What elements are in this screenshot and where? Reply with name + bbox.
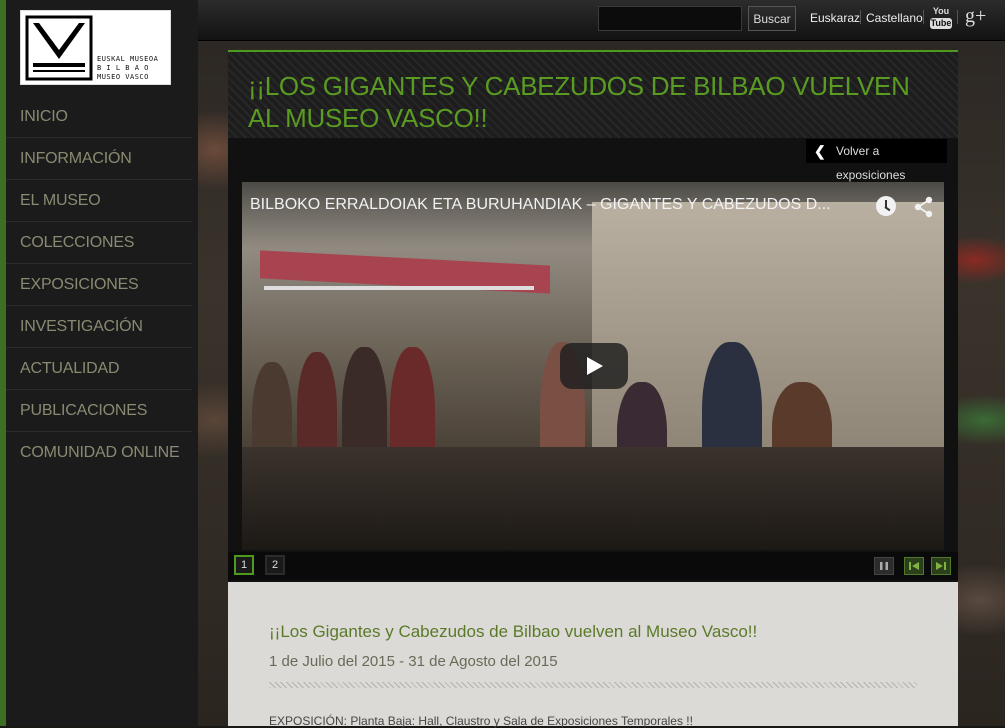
slider-nav: 1 2 xyxy=(228,552,958,580)
chevron-left-icon: ❮ xyxy=(814,143,826,159)
video-frame-awning-edge xyxy=(264,286,534,290)
search-input[interactable] xyxy=(598,6,742,31)
social-separator xyxy=(957,10,958,24)
logo-text-line: EUSKAL MUSEOA xyxy=(97,55,159,63)
pause-icon xyxy=(880,562,888,570)
exhibition-title: ¡¡Los Gigantes y Cabezudos de Bilbao vue… xyxy=(269,622,758,641)
title-band: ¡¡LOS GIGANTES Y CABEZUDOS DE BILBAO VUE… xyxy=(228,52,958,138)
sidebar-item-exposiciones[interactable]: EXPOSICIONES xyxy=(6,264,192,306)
video-player[interactable]: BILBOKO ERRALDOIAK ETA BURUHANDIAK – GIG… xyxy=(242,182,944,550)
page-title: ¡¡LOS GIGANTES Y CABEZUDOS DE BILBAO VUE… xyxy=(248,71,910,133)
play-button[interactable] xyxy=(560,343,628,389)
sidebar-item-inicio[interactable]: INICIO xyxy=(6,96,192,138)
sidebar: EUSKAL MUSEOA B I L B A O MUSEO VASCO IN… xyxy=(0,0,198,726)
museum-logo-mark xyxy=(25,15,93,82)
lang-castellano-link[interactable]: Castellano xyxy=(866,11,923,25)
sidebar-item-informacion[interactable]: INFORMACIÓN xyxy=(6,138,192,180)
google-plus-icon[interactable]: g+ xyxy=(965,5,986,28)
lang-separator xyxy=(860,10,861,24)
slider-page-2[interactable]: 2 xyxy=(265,555,285,575)
top-bar: Buscar Euskaraz Castellano You Tube g+ xyxy=(198,0,1005,41)
search-button[interactable]: Buscar xyxy=(748,6,796,31)
back-button-label: Volver a exposiciones xyxy=(836,144,906,182)
logo-text-line: B I L B A O xyxy=(97,64,149,72)
sidebar-item-actualidad[interactable]: ACTUALIDAD xyxy=(6,348,192,390)
exhibition-details: ¡¡Los Gigantes y Cabezudos de Bilbao vue… xyxy=(228,582,958,728)
sidebar-item-colecciones[interactable]: COLECCIONES xyxy=(6,222,192,264)
sidebar-item-el-museo[interactable]: EL MUSEO xyxy=(6,180,192,222)
next-icon xyxy=(936,562,946,570)
youtube-icon[interactable]: You Tube xyxy=(930,7,952,31)
previous-button[interactable] xyxy=(904,557,924,575)
sidebar-item-publicaciones[interactable]: PUBLICACIONES xyxy=(6,390,192,432)
main-nav: INICIO INFORMACIÓN EL MUSEO COLECCIONES … xyxy=(6,96,192,473)
sidebar-item-comunidad-online[interactable]: COMUNIDAD ONLINE xyxy=(6,432,192,473)
previous-icon xyxy=(909,562,919,570)
sidebar-item-investigacion[interactable]: INVESTIGACIÓN xyxy=(6,306,192,348)
pause-button[interactable] xyxy=(874,557,894,575)
lang-euskaraz-link[interactable]: Euskaraz xyxy=(810,11,860,25)
video-title[interactable]: BILBOKO ERRALDOIAK ETA BURUHANDIAK – GIG… xyxy=(250,196,860,214)
exhibition-panel: ¡¡LOS GIGANTES Y CABEZUDOS DE BILBAO VUE… xyxy=(228,50,958,582)
next-button[interactable] xyxy=(931,557,951,575)
slider-page-1[interactable]: 1 xyxy=(234,555,254,575)
divider xyxy=(269,682,917,688)
museum-logo[interactable]: EUSKAL MUSEOA B I L B A O MUSEO VASCO xyxy=(20,10,171,85)
exhibition-dates: 1 de Julio del 2015 - 31 de Agosto del 2… xyxy=(269,653,558,670)
share-icon[interactable] xyxy=(914,196,934,218)
lang-separator xyxy=(923,10,924,24)
back-to-exhibitions-button[interactable]: ❮ Volver a exposiciones xyxy=(806,139,947,182)
logo-text-line: MUSEO VASCO xyxy=(97,73,149,81)
watch-later-icon[interactable] xyxy=(876,196,896,216)
video-frame-crowd xyxy=(242,447,944,550)
